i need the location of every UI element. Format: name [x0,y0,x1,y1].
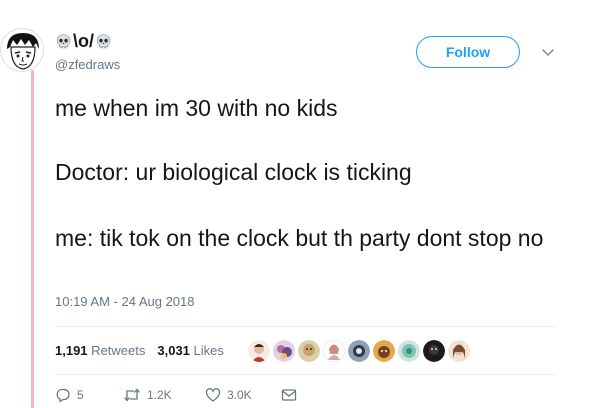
liker-avatar[interactable] [398,340,420,362]
liker-avatar[interactable] [323,340,345,362]
like-count: 3.0K [227,388,252,402]
engagement-stats: 1,191 Retweets 3,031 Likes [55,343,224,358]
reply-button[interactable]: 5 [55,387,123,403]
tweet-paragraph: me when im 30 with no kids [55,95,338,121]
avatar[interactable] [0,28,44,72]
liker-avatar[interactable] [423,340,445,362]
retweet-button[interactable]: 1.2K [123,387,205,403]
likes-stat[interactable]: 3,031 Likes [157,343,224,358]
liker-avatar[interactable] [298,340,320,362]
message-icon [281,389,297,401]
display-name-text: \o/ [73,31,94,51]
tweet-paragraph: me: tik tok on the clock but th party do… [55,225,544,251]
likes-count: 3,031 [157,343,190,358]
liker-avatars [248,340,470,362]
retweets-label: Retweets [91,343,146,358]
heart-icon [205,388,221,402]
liker-avatar[interactable] [248,340,270,362]
follow-button[interactable]: Follow [416,36,520,68]
like-button[interactable]: 3.0K [205,387,281,403]
action-bar: 5 1.2K 3.0K [55,387,297,403]
direct-message-button[interactable] [281,388,297,402]
skull-icon [56,34,71,49]
retweets-count: 1,191 [55,343,88,358]
divider [55,374,556,375]
liker-avatar[interactable] [273,340,295,362]
liker-avatar[interactable] [348,340,370,362]
retweet-icon [124,388,140,402]
user-handle[interactable]: @zfedraws [55,57,120,72]
timestamp[interactable]: 10:19 AM - 24 Aug 2018 [55,294,195,309]
thread-line [31,70,34,408]
tweet-paragraph: Doctor: ur biological clock is ticking [55,159,412,185]
liker-avatar[interactable] [448,340,470,362]
reply-count: 5 [77,388,84,402]
skull-icon [96,34,111,49]
liker-avatar[interactable] [373,340,395,362]
chevron-down-icon[interactable] [540,44,556,60]
likes-label: Likes [193,343,224,358]
retweets-stat[interactable]: 1,191 Retweets [55,343,145,358]
divider [55,326,556,327]
display-name[interactable]: \o/ [55,31,112,52]
reply-icon [56,388,70,403]
retweet-count: 1.2K [147,388,172,402]
